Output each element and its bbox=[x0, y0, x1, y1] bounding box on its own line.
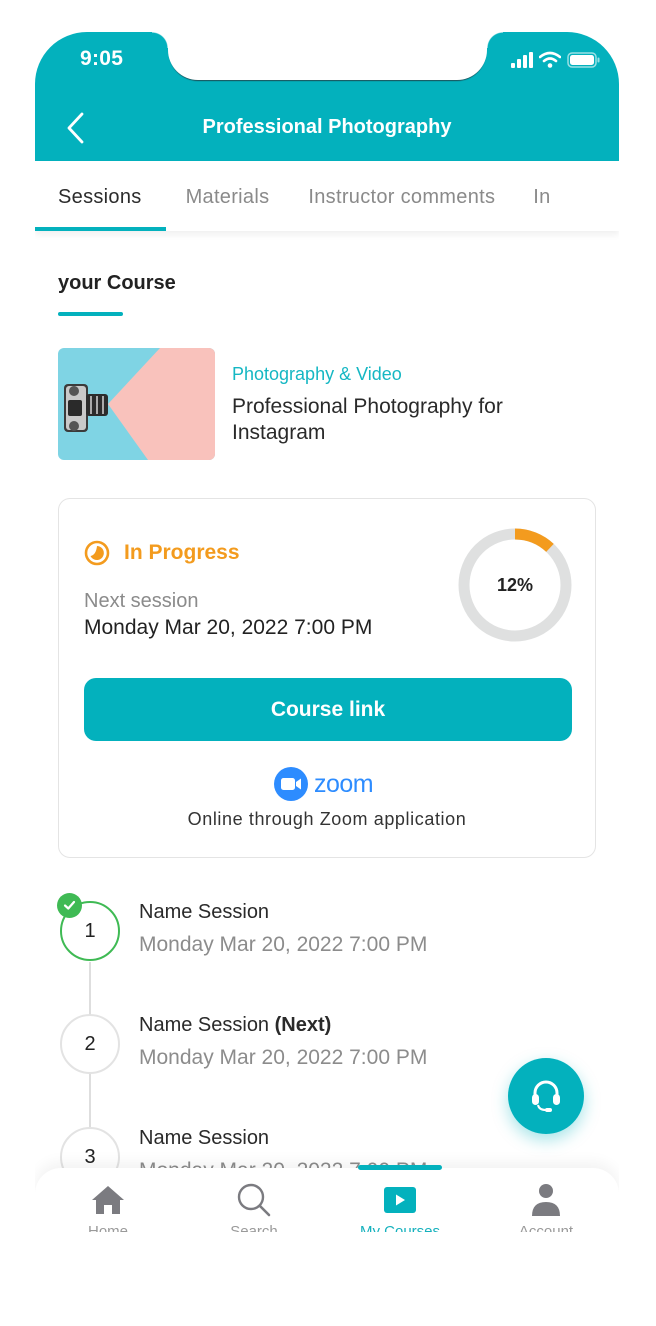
home-icon bbox=[92, 1186, 124, 1214]
session-name: Name Session (Next) bbox=[139, 1014, 332, 1036]
progress-card: In Progress Next session Monday Mar 20, … bbox=[58, 498, 596, 858]
zoom-logo: zoom bbox=[274, 767, 374, 801]
tab-instructor-comments[interactable]: Instructor comments bbox=[289, 161, 514, 231]
check-icon bbox=[57, 893, 82, 918]
next-tag: (Next) bbox=[274, 1014, 332, 1036]
nav-my-courses[interactable]: My Courses bbox=[327, 1165, 473, 1232]
session-name: Name Session bbox=[139, 901, 270, 923]
wifi-icon bbox=[539, 51, 561, 68]
nav-label: Account bbox=[518, 1223, 574, 1232]
device-notch bbox=[152, 32, 503, 80]
nav-label: My Courses bbox=[359, 1223, 441, 1232]
course-link-button[interactable]: Course link bbox=[84, 678, 572, 741]
tab-more[interactable]: In bbox=[514, 161, 550, 231]
phone-screen: 9:05 Professional Photography Sessions M… bbox=[35, 32, 619, 1232]
camera-image bbox=[58, 348, 215, 460]
play-icon bbox=[384, 1187, 416, 1213]
next-session-label: Next session bbox=[84, 590, 199, 612]
session-number-circle: 2 bbox=[60, 1014, 120, 1074]
status-label: In Progress bbox=[124, 541, 240, 564]
next-session-date: Monday Mar 20, 2022 7:00 PM bbox=[84, 616, 373, 639]
support-button[interactable] bbox=[508, 1058, 584, 1134]
page-title: Professional Photography bbox=[202, 116, 452, 138]
course-thumbnail[interactable] bbox=[58, 348, 215, 460]
signal-icon bbox=[511, 51, 533, 68]
tab-bar: Sessions Materials Instructor comments I… bbox=[35, 161, 619, 231]
session-name: Name Session bbox=[139, 1127, 270, 1149]
status-time: 9:05 bbox=[80, 47, 124, 70]
nav-label: Search bbox=[230, 1223, 278, 1232]
nav-search[interactable]: Search bbox=[181, 1168, 327, 1232]
nav-account[interactable]: Account bbox=[473, 1168, 619, 1232]
headset-icon bbox=[532, 1080, 560, 1112]
tab-sessions[interactable]: Sessions bbox=[35, 161, 166, 231]
search-icon bbox=[237, 1183, 271, 1217]
app-header: 9:05 Professional Photography bbox=[35, 32, 619, 161]
section-underline bbox=[58, 312, 123, 316]
session-item[interactable]: 1 Name Session Monday Mar 20, 2022 7:00 … bbox=[35, 889, 619, 969]
nav-label: Home bbox=[87, 1223, 128, 1232]
platform-caption: Online through Zoom application bbox=[187, 809, 467, 829]
progress-clock-icon bbox=[84, 540, 110, 566]
account-icon bbox=[532, 1184, 560, 1216]
progress-percent: 12% bbox=[496, 574, 534, 595]
status-icons bbox=[511, 51, 601, 68]
section-title: your Course bbox=[58, 272, 176, 294]
session-date: Monday Mar 20, 2022 7:00 PM bbox=[139, 933, 428, 956]
battery-icon bbox=[567, 51, 600, 68]
zoom-wordmark: zoom bbox=[314, 769, 374, 798]
zoom-camera-icon bbox=[274, 767, 308, 801]
course-category: Photography & Video bbox=[232, 364, 402, 384]
tab-materials[interactable]: Materials bbox=[166, 161, 290, 231]
session-date: Monday Mar 20, 2022 7:00 PM bbox=[139, 1046, 428, 1069]
status-badge: In Progress bbox=[84, 540, 240, 566]
course-name[interactable]: Professional Photography for Instagram bbox=[232, 394, 572, 446]
nav-home[interactable]: Home bbox=[35, 1168, 181, 1232]
bottom-nav: Home Search My Courses Account bbox=[35, 1165, 619, 1232]
